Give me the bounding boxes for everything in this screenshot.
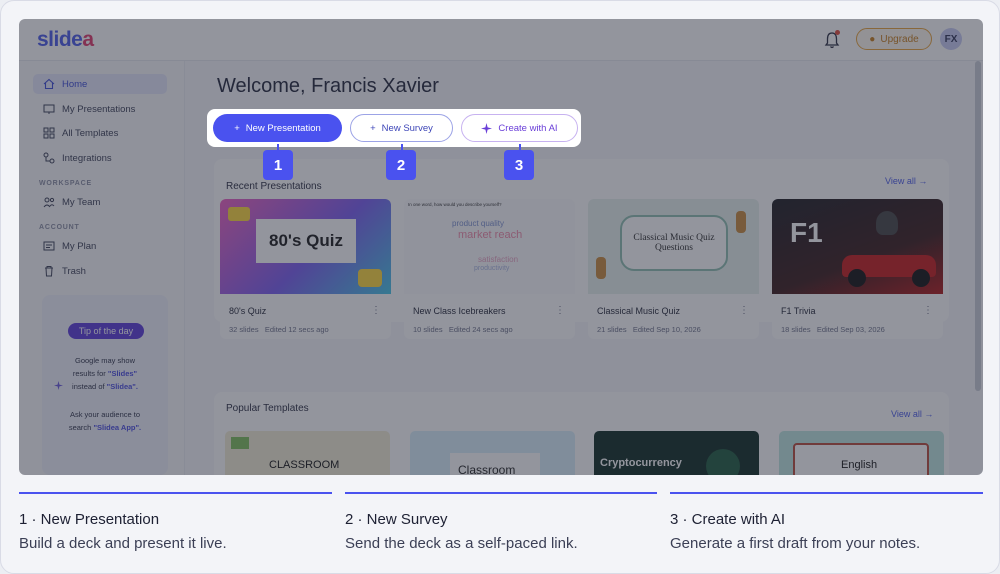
integrations-icon — [43, 152, 55, 164]
step-marker-1: 1 — [263, 150, 293, 180]
team-icon — [43, 197, 55, 208]
template-card[interactable]: English — [779, 431, 944, 475]
template-title: Classroom — [458, 463, 516, 475]
presentation-card[interactable]: Classical Music Quiz Questions Classical… — [588, 199, 759, 339]
legend-divider — [19, 492, 332, 494]
step-marker-2: 2 — [386, 150, 416, 180]
template-title: English — [841, 459, 878, 471]
legend-title: 2 · New Survey — [345, 511, 448, 528]
app-screenshot: slidea ● Upgrade FX Home My Presentations… — [19, 19, 983, 475]
presentation-title: New Class Icebreakers — [413, 306, 506, 316]
sidebar-item-all-templates[interactable]: All Templates — [33, 123, 167, 143]
presentation-icon — [43, 104, 55, 114]
plus-icon: + — [234, 122, 240, 134]
recent-view-all-link[interactable]: View all → — [885, 176, 927, 186]
template-card[interactable]: CLASSROOM — [225, 431, 390, 475]
presentation-thumbnail: F1 — [772, 199, 943, 294]
presentation-meta: 32 slides Edited 12 secs ago — [229, 325, 329, 334]
trash-icon — [45, 266, 53, 277]
section-account: ACCOUNT — [39, 224, 80, 231]
sidebar-item-home[interactable]: Home — [33, 74, 167, 94]
app-logo[interactable]: slidea — [37, 28, 94, 52]
page-title: Welcome, Francis Xavier — [217, 75, 439, 97]
presentation-title: 80's Quiz — [229, 306, 267, 316]
tip-text: search "Slidea App". — [68, 423, 142, 432]
presentation-thumbnail: In one word, how would you describe your… — [404, 199, 575, 294]
presentation-card[interactable]: In one word, how would you describe your… — [404, 199, 575, 339]
more-options-icon[interactable]: ⋮ — [555, 305, 565, 316]
step-marker-3: 3 — [504, 150, 534, 180]
upgrade-button[interactable]: ● Upgrade — [856, 28, 932, 50]
legend-divider — [345, 492, 657, 494]
more-options-icon[interactable]: ⋮ — [923, 305, 933, 316]
top-bar: slidea ● Upgrade FX — [19, 19, 983, 61]
sidebar-item-my-plan[interactable]: My Plan — [33, 236, 167, 256]
sidebar: Home My Presentations All Templates Inte… — [19, 61, 185, 475]
plan-icon — [43, 241, 55, 251]
template-title: Cryptocurrency — [600, 457, 682, 469]
legend-title: 1 · New Presentation — [19, 511, 160, 528]
template-title: CLASSROOM — [269, 459, 340, 471]
home-icon — [43, 78, 55, 90]
legend-description: Build a deck and present it live. — [19, 535, 227, 552]
presentation-meta: 10 slides Edited 24 secs ago — [413, 325, 513, 334]
sparkle-icon — [481, 122, 493, 134]
flame-icon: ● — [869, 33, 876, 45]
more-options-icon[interactable]: ⋮ — [371, 305, 381, 316]
legend-title: 3 · Create with AI — [670, 511, 786, 528]
presentation-thumbnail: Classical Music Quiz Questions — [588, 199, 759, 294]
presentation-meta: 21 slides Edited Sep 10, 2026 — [597, 325, 701, 334]
tip-text: Ask your audience to — [69, 410, 141, 419]
legend-description: Send the deck as a self-paced link. — [345, 535, 578, 552]
section-workspace: WORKSPACE — [39, 180, 92, 187]
scrollbar[interactable] — [975, 61, 981, 391]
grid-icon — [43, 127, 55, 139]
sidebar-item-my-presentations[interactable]: My Presentations — [33, 99, 167, 119]
sparkle-icon — [54, 381, 63, 390]
template-card[interactable]: Classroom — [410, 431, 575, 475]
presentation-card[interactable]: 80's Quiz 80's Quiz ⋮ 32 slides Edited 1… — [220, 199, 391, 339]
new-survey-button[interactable]: + New Survey — [350, 114, 453, 142]
sidebar-item-my-team[interactable]: My Team — [33, 192, 167, 212]
legend-description: Generate a first draft from your notes. — [670, 535, 921, 552]
tip-badge: Tip of the day — [68, 323, 144, 339]
popular-templates-title: Popular Templates — [226, 403, 309, 414]
presentation-thumbnail: 80's Quiz — [220, 199, 391, 294]
tip-text: Google may show — [74, 356, 136, 365]
presentation-title: F1 Trivia — [781, 306, 816, 316]
sidebar-item-trash[interactable]: Trash — [33, 261, 167, 281]
template-card[interactable]: Cryptocurrency — [594, 431, 759, 475]
tip-text: results for "Slides" — [72, 369, 138, 378]
sidebar-item-integrations[interactable]: Integrations — [33, 148, 167, 168]
new-presentation-button[interactable]: + New Presentation — [213, 114, 342, 142]
create-with-ai-button[interactable]: Create with AI — [461, 114, 578, 142]
legend-divider — [670, 492, 983, 494]
avatar[interactable]: FX — [940, 28, 962, 50]
presentation-title: Classical Music Quiz — [597, 306, 681, 316]
notification-dot — [835, 30, 840, 35]
presentation-meta: 18 slides Edited Sep 03, 2026 — [781, 325, 885, 334]
presentation-card[interactable]: F1 F1 Trivia ⋮ 18 slides Edited Sep 03, … — [772, 199, 943, 339]
annotated-frame: slidea ● Upgrade FX Home My Presentations… — [0, 0, 1000, 574]
tip-of-the-day-card: Tip of the day Google may show results f… — [42, 295, 168, 475]
plus-icon: + — [370, 122, 376, 134]
recent-presentations-title: Recent Presentations — [226, 181, 322, 192]
popular-view-all-link[interactable]: View all → — [891, 409, 933, 419]
more-options-icon[interactable]: ⋮ — [739, 305, 749, 316]
